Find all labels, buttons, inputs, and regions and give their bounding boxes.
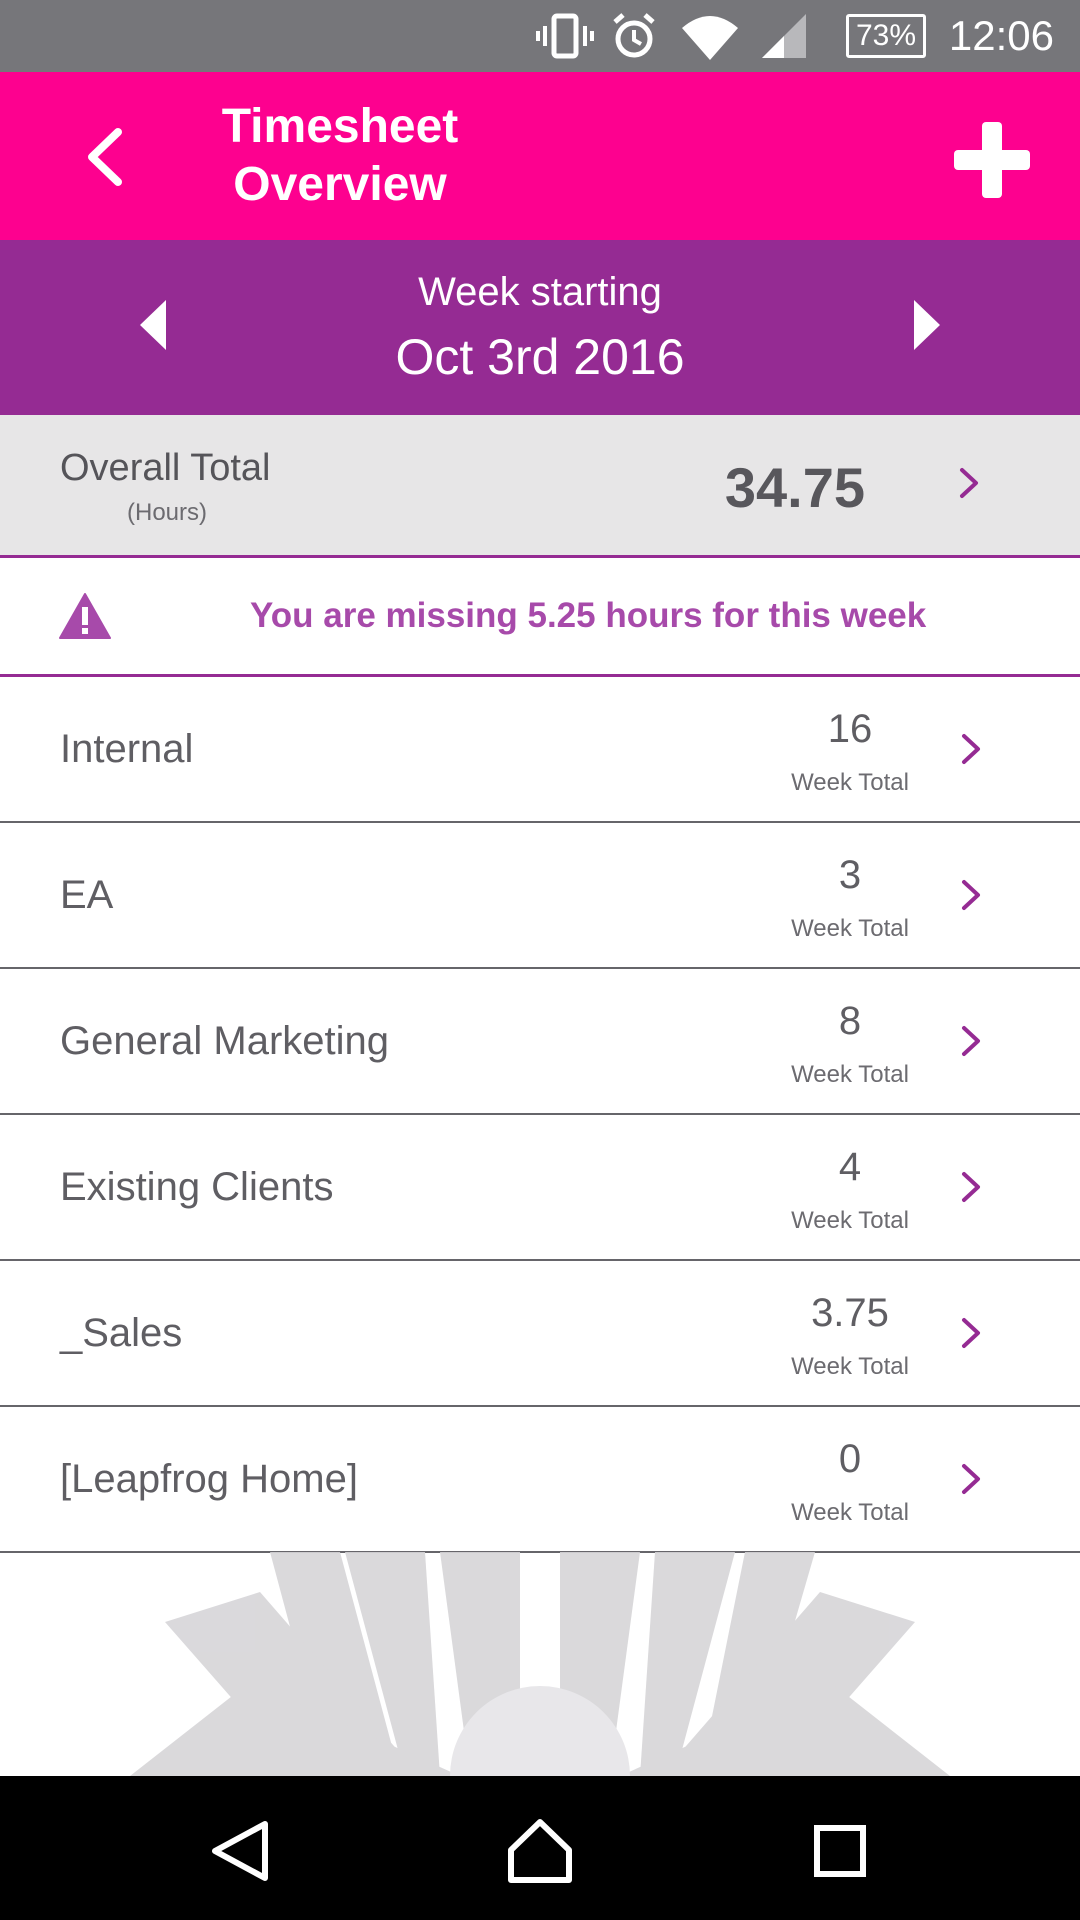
back-triangle-icon xyxy=(212,1821,268,1881)
list-item[interactable]: [Leapfrog Home] 0 Week Total xyxy=(0,1407,1080,1553)
home-icon xyxy=(508,1819,572,1883)
nav-home-button[interactable] xyxy=(505,1816,575,1886)
week-total-label: Week Total xyxy=(791,769,909,796)
week-total-value: 16 xyxy=(827,707,873,751)
add-button[interactable] xyxy=(944,112,1040,208)
week-total-label: Week Total xyxy=(791,1207,909,1234)
recents-square-icon xyxy=(814,1825,866,1877)
week-total-label: Week Total xyxy=(791,1353,909,1380)
category-name: General Marketing xyxy=(60,1019,390,1063)
week-total-value: 0 xyxy=(838,1437,862,1481)
chevron-right-icon xyxy=(962,1172,980,1202)
category-name: Internal xyxy=(60,727,194,771)
back-button[interactable] xyxy=(60,112,150,202)
chevron-right-icon xyxy=(962,734,980,764)
vibrate-icon xyxy=(536,13,594,59)
week-total-label: Week Total xyxy=(791,1499,909,1526)
overall-total-row[interactable]: Overall Total (Hours) 34.75 xyxy=(0,415,1080,558)
chevron-right-icon xyxy=(960,468,978,498)
week-total-label: Week Total xyxy=(791,915,909,942)
warning-text: You are missing 5.25 hours for this week xyxy=(250,596,927,635)
category-name: [Leapfrog Home] xyxy=(60,1457,358,1501)
next-week-button[interactable] xyxy=(890,280,960,370)
chevron-right-icon xyxy=(962,1318,980,1348)
category-name: _Sales xyxy=(60,1311,183,1355)
overall-total-value: 34.75 xyxy=(724,456,865,519)
category-list: Internal 16 Week Total EA 3 Week Total G… xyxy=(0,677,1080,1553)
nav-back-button[interactable] xyxy=(205,1816,275,1886)
chevron-right-icon xyxy=(962,1464,980,1494)
week-total-value: 3 xyxy=(838,853,862,897)
week-total-value: 4 xyxy=(838,1145,862,1189)
week-total-value: 3.75 xyxy=(811,1291,889,1335)
category-name: Existing Clients xyxy=(60,1165,334,1209)
status-bar: 73% 12:06 xyxy=(0,0,1080,72)
system-navigation-bar xyxy=(0,1776,1080,1920)
page-title: Timesheet Overview xyxy=(221,100,459,211)
warning-icon xyxy=(59,593,111,639)
chevron-right-icon xyxy=(962,880,980,910)
app-bar: Timesheet Overview xyxy=(0,72,1080,240)
list-item[interactable]: _Sales 3.75 Week Total xyxy=(0,1261,1080,1407)
week-navigation: Week starting Oct 3rd 2016 xyxy=(0,240,1080,415)
week-total-value: 8 xyxy=(838,999,862,1043)
plus-icon xyxy=(954,122,1030,198)
chevron-right-icon xyxy=(962,1026,980,1056)
week-total-label: Week Total xyxy=(791,1061,909,1088)
background-logo-watermark xyxy=(130,1552,950,1776)
chevron-left-icon xyxy=(88,128,122,186)
battery-icon: 73% xyxy=(846,14,926,58)
alarm-icon xyxy=(613,13,655,58)
list-item[interactable]: EA 3 Week Total xyxy=(0,823,1080,969)
category-name: EA xyxy=(60,873,114,917)
overall-total-label: Overall Total xyxy=(60,447,271,489)
wifi-icon xyxy=(682,16,738,60)
battery-percent: 73% xyxy=(855,19,917,52)
list-item[interactable]: Internal 16 Week Total xyxy=(0,677,1080,823)
signal-icon xyxy=(762,14,806,58)
triangle-right-icon xyxy=(914,300,940,350)
list-item[interactable]: General Marketing 8 Week Total xyxy=(0,969,1080,1115)
nav-recents-button[interactable] xyxy=(805,1816,875,1886)
overall-total-unit: (Hours) xyxy=(127,499,208,526)
list-item[interactable]: Existing Clients 4 Week Total xyxy=(0,1115,1080,1261)
clock: 12:06 xyxy=(948,12,1054,59)
missing-hours-warning: You are missing 5.25 hours for this week xyxy=(0,558,1080,677)
